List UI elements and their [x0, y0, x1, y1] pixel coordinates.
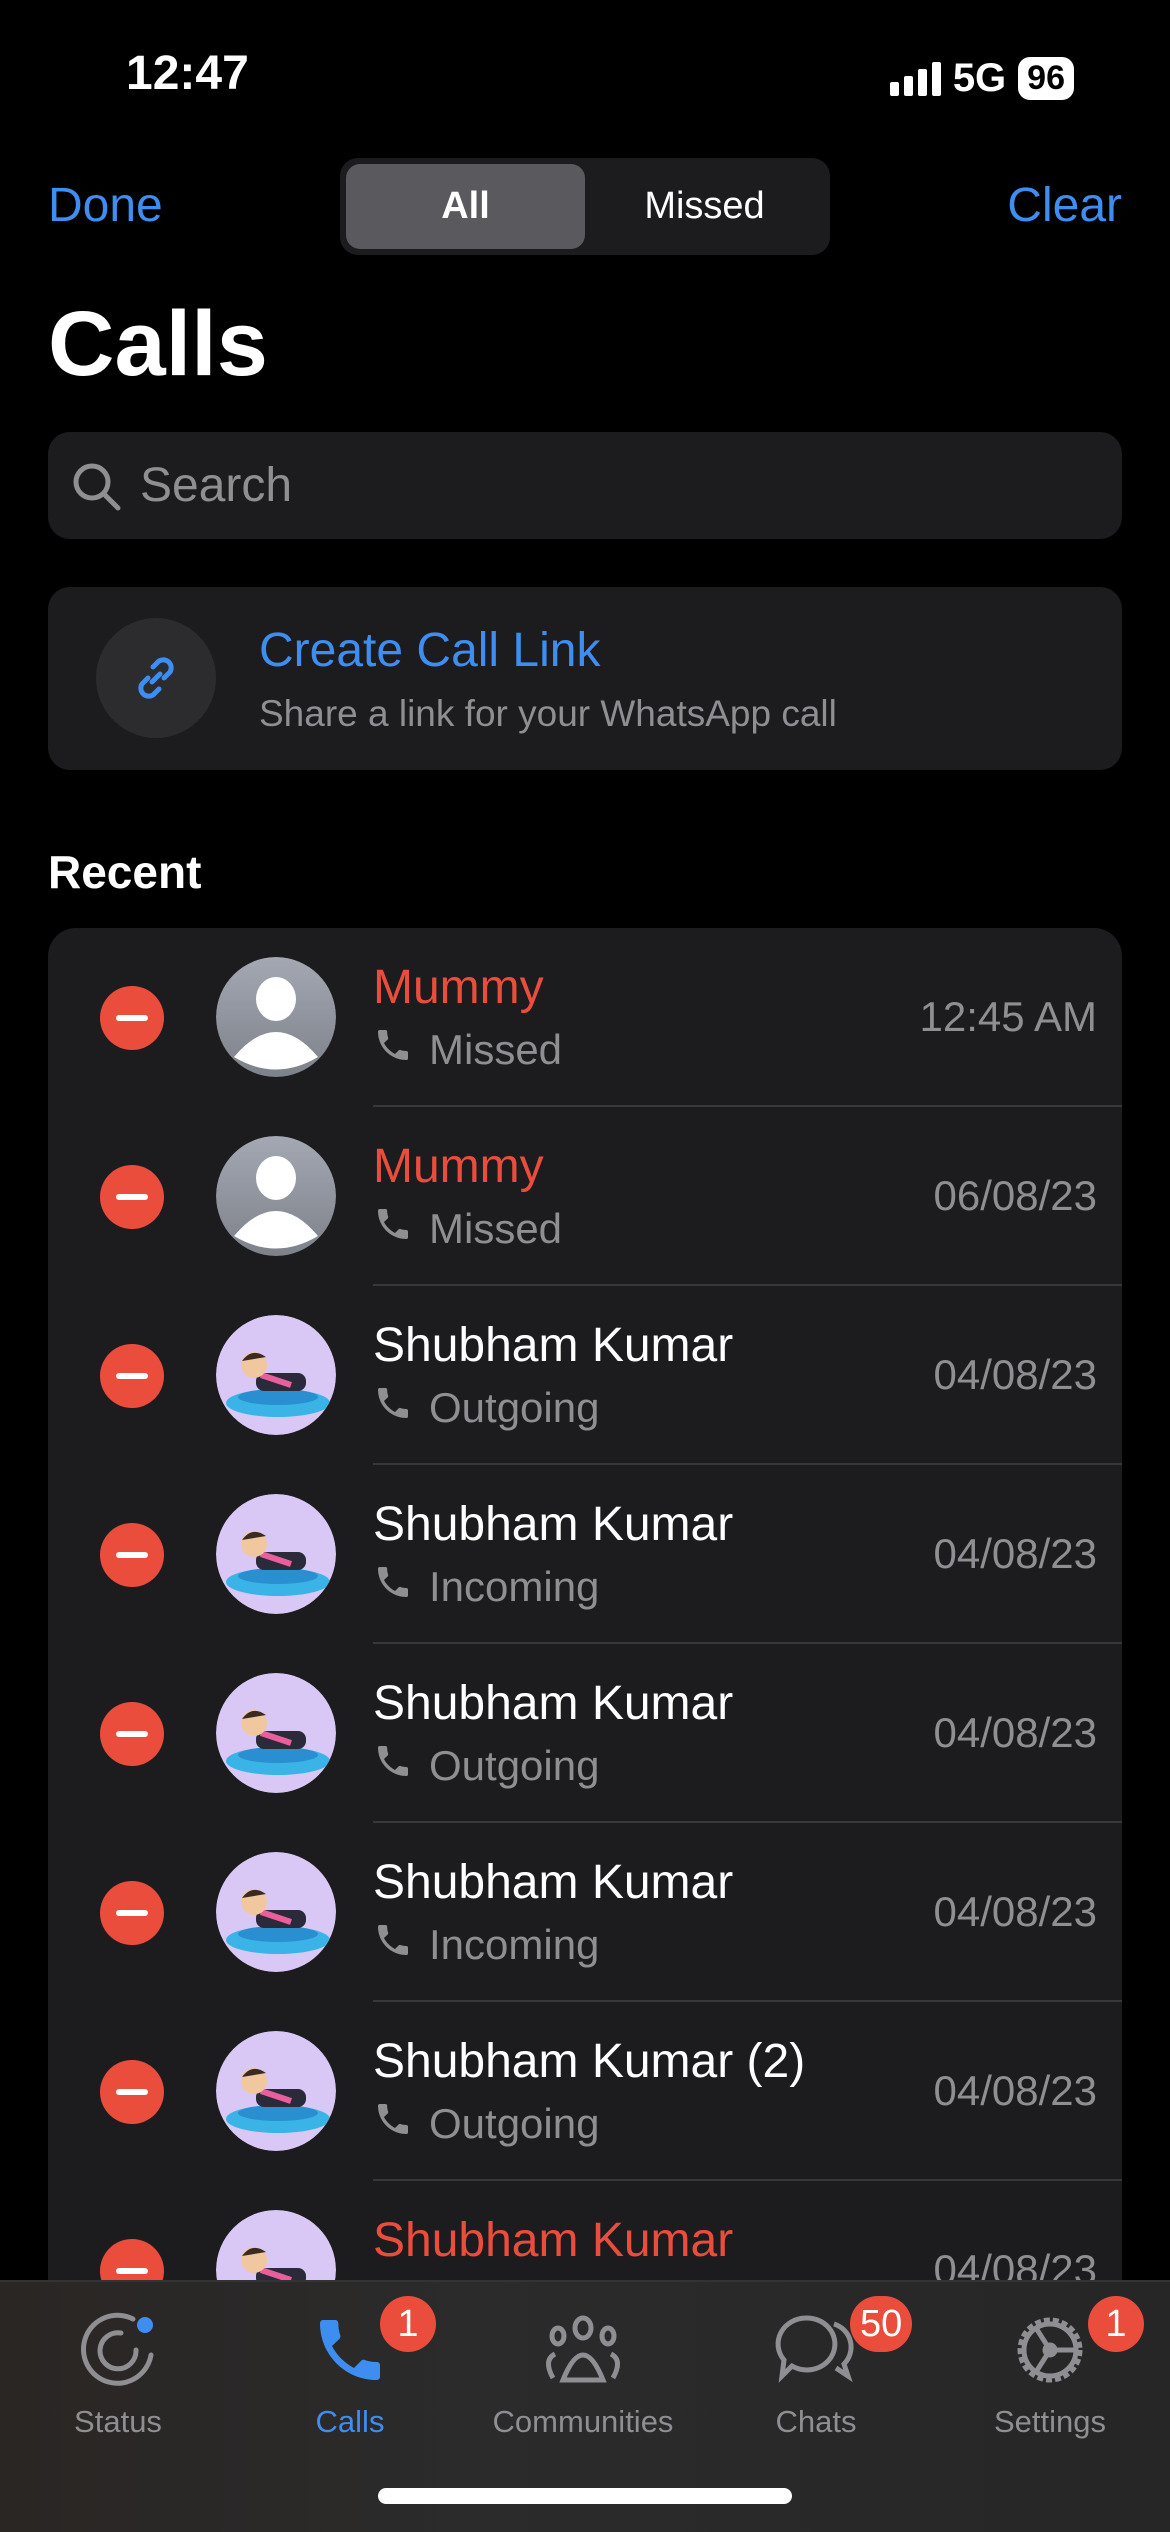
- call-type: Missed: [429, 1026, 563, 1073]
- phone-icon: [373, 1383, 413, 1433]
- tab-label: Settings: [993, 2404, 1106, 2439]
- delete-minus-icon[interactable]: [100, 1702, 164, 1766]
- call-time: 04/08/23: [933, 1888, 1098, 1935]
- caller-name: Shubham Kumar: [373, 1498, 734, 1551]
- caller-name: Shubham Kumar: [373, 1856, 734, 1909]
- call-time: 04/08/23: [933, 1709, 1098, 1756]
- call-link-title: Create Call Link: [259, 624, 601, 677]
- delete-minus-icon[interactable]: [100, 1165, 164, 1229]
- battery-level: 96: [1018, 57, 1074, 100]
- phone-icon: [373, 2099, 413, 2149]
- call-type: Incoming: [429, 1563, 600, 1610]
- phone-icon: [373, 1025, 413, 1075]
- call-row[interactable]: Shubham Kumar Incoming 04/08/23: [48, 1465, 1122, 1644]
- avatar: [216, 957, 336, 1077]
- delete-minus-icon[interactable]: [100, 1344, 164, 1408]
- avatar: [216, 1494, 336, 1614]
- tab-badge: 1: [1088, 2296, 1144, 2352]
- tab-label: Calls: [315, 2404, 385, 2439]
- avatar: [216, 1852, 336, 1972]
- phone-icon: [373, 1741, 413, 1791]
- network-type: 5G: [952, 56, 1007, 100]
- segment-missed[interactable]: Missed: [585, 164, 824, 249]
- section-header-recent: Recent: [48, 846, 202, 898]
- tab-label: Status: [74, 2404, 162, 2439]
- call-type: Incoming: [429, 1921, 600, 1968]
- link-icon: [96, 618, 216, 738]
- call-row[interactable]: Mummy Missed 12:45 AM: [48, 928, 1122, 1107]
- avatar: [216, 2031, 336, 2151]
- tab-badge: 1: [380, 2296, 436, 2352]
- call-time: 04/08/23: [933, 2067, 1098, 2114]
- call-time: 04/08/23: [933, 1530, 1098, 1577]
- call-time: 06/08/23: [933, 1172, 1098, 1219]
- search-icon: [73, 463, 121, 510]
- phone-icon: [373, 1920, 413, 1970]
- create-call-link[interactable]: Create Call Link Share a link for your W…: [48, 587, 1122, 770]
- tab-status[interactable]: Status: [18, 2302, 218, 2440]
- call-row[interactable]: Shubham Kumar Outgoing 04/08/23: [48, 1644, 1122, 1823]
- caller-name: Shubham Kumar (2): [373, 2035, 806, 2088]
- call-row[interactable]: Shubham Kumar Incoming 04/08/23: [48, 1823, 1122, 2002]
- tab-label: Chats: [775, 2404, 857, 2439]
- tab-badge: 50: [850, 2296, 913, 2352]
- delete-minus-icon[interactable]: [100, 1523, 164, 1587]
- call-link-subtitle: Share a link for your WhatsApp call: [259, 693, 837, 734]
- avatar: [216, 1673, 336, 1793]
- tab-label: Communities: [492, 2404, 674, 2439]
- call-type: Missed: [429, 1205, 563, 1252]
- home-indicator: [378, 2488, 792, 2504]
- status-indicators: 5G 96: [889, 56, 1074, 101]
- caller-name: Shubham Kumar: [373, 2214, 734, 2267]
- clear-button[interactable]: Clear: [1007, 178, 1122, 233]
- page-title: Calls: [48, 293, 268, 395]
- done-button[interactable]: Done: [48, 178, 163, 233]
- call-type: Outgoing: [429, 2100, 600, 2147]
- call-row[interactable]: Mummy Missed 06/08/23: [48, 1107, 1122, 1286]
- communities-icon: [483, 2302, 683, 2398]
- status-time: 12:47: [126, 47, 249, 100]
- avatar: [216, 1315, 336, 1435]
- delete-minus-icon[interactable]: [100, 1881, 164, 1945]
- search-input[interactable]: Search: [48, 432, 1122, 539]
- search-placeholder: Search: [140, 459, 293, 512]
- call-time: 12:45 AM: [919, 993, 1097, 1040]
- segment-all[interactable]: All: [346, 164, 585, 249]
- caller-name: Mummy: [373, 1140, 544, 1193]
- phone-icon: [373, 1562, 413, 1612]
- avatar: [216, 1136, 336, 1256]
- call-row[interactable]: Shubham Kumar Outgoing 04/08/23: [48, 1286, 1122, 1465]
- signal-icon: [889, 61, 941, 96]
- tab-communities[interactable]: Communities: [483, 2302, 683, 2440]
- delete-minus-icon[interactable]: [100, 2060, 164, 2124]
- delete-minus-icon[interactable]: [100, 986, 164, 1050]
- segmented-control: All Missed: [340, 158, 830, 255]
- caller-name: Shubham Kumar: [373, 1677, 734, 1730]
- call-row[interactable]: Shubham Kumar (2) Outgoing 04/08/23: [48, 2002, 1122, 2181]
- caller-name: Mummy: [373, 961, 544, 1014]
- call-type: Outgoing: [429, 1384, 600, 1431]
- phone-icon: [373, 1204, 413, 1254]
- call-time: 04/08/23: [933, 1351, 1098, 1398]
- caller-name: Shubham Kumar: [373, 1319, 734, 1372]
- status-icon: [18, 2302, 218, 2398]
- calls-list: Mummy Missed 12:45 AM Mummy Missed 06/08…: [48, 928, 1122, 2328]
- call-type: Outgoing: [429, 1742, 600, 1789]
